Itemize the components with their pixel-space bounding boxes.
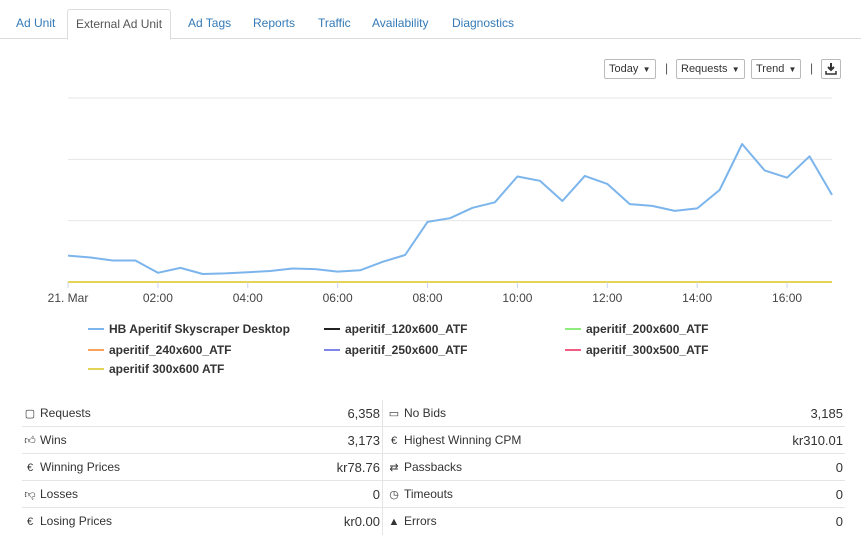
stat-passbacks: ⇄ Passbacks 0 (382, 454, 845, 481)
stat-value: 0 (835, 487, 843, 502)
legend-swatch (565, 327, 581, 330)
x-tick-label: 08:00 (413, 291, 443, 305)
warning-icon: ▲ (388, 516, 400, 528)
stat-value: 0 (835, 460, 843, 475)
requests-trend-chart: 21. Mar 02:00 04:00 06:00 08:00 10:00 12:00 14:… (48, 97, 833, 305)
x-tick-label: 02:00 (143, 291, 173, 305)
legend-swatch (88, 327, 104, 330)
legend-label: aperitif_120x600_ATF (345, 322, 468, 336)
legend-item[interactable]: aperitif 300x600 ATF (88, 362, 224, 376)
legend-item[interactable]: aperitif_120x600_ATF (324, 322, 468, 336)
exchange-icon: ⇄ (389, 462, 399, 474)
legend-label: aperitif 300x600 ATF (109, 362, 225, 376)
table-row: € Losing Prices kr0.00 ▲ Errors 0 (22, 508, 845, 535)
stat-losses: 👎︎ Losses 0 (22, 481, 382, 508)
table-row: 👍︎ Wins 3,173 € Highest Winning CPM kr310.… (22, 427, 845, 454)
stat-value: 0 (372, 487, 380, 502)
series-line (67, 143, 833, 275)
stat-value: kr0.00 (343, 514, 380, 529)
legend-swatch (565, 348, 581, 351)
stat-value: kr78.76 (336, 460, 380, 475)
stat-winning-prices: € Winning Prices kr78.76 (22, 454, 382, 481)
x-tick-label: 16:00 (772, 291, 802, 305)
legend-label: aperitif_240x600_ATF (109, 343, 232, 357)
chart-grid (68, 97, 832, 283)
legend-label: aperitif_250x600_ATF (345, 343, 468, 357)
table-row: € Winning Prices kr78.76 ⇄ Passbacks 0 (22, 454, 845, 481)
stat-wins: 👍︎ Wins 3,173 (22, 427, 382, 454)
stat-value: kr310.01 (792, 433, 843, 448)
stat-value: 6,358 (347, 406, 380, 421)
legend-item[interactable]: aperitif_200x600_ATF (565, 322, 709, 336)
euro-icon: € (26, 516, 34, 528)
stat-losing-prices: € Losing Prices kr0.00 (22, 508, 382, 535)
legend-item[interactable]: aperitif_250x600_ATF (324, 343, 468, 357)
x-tick-label: 12:00 (592, 291, 622, 305)
x-tick-label: 06:00 (323, 291, 353, 305)
stat-highest-winning-cpm: € Highest Winning CPM kr310.01 (382, 427, 845, 454)
stat-value: 3,173 (347, 433, 380, 448)
stat-timeouts: ◷ Timeouts 0 (382, 481, 845, 508)
monitor-icon: ▭ (388, 408, 400, 420)
thumbs-up-icon: 👍︎ (24, 435, 36, 447)
legend-label: aperitif_300x500_ATF (586, 343, 709, 357)
stat-requests: ▢ Requests 6,358 (22, 400, 382, 427)
clock-icon: ◷ (389, 489, 399, 501)
legend-swatch (324, 348, 340, 351)
thumbs-down-icon: 👎︎ (24, 489, 36, 501)
x-tick-label: 04:00 (233, 291, 263, 305)
legend-label: HB Aperitif Skyscraper Desktop (109, 322, 290, 336)
stat-value: 3,185 (810, 406, 843, 421)
square-icon: ▢ (24, 408, 36, 420)
legend-label: aperitif_200x600_ATF (586, 322, 709, 336)
euro-icon: € (390, 435, 398, 447)
legend-item[interactable]: aperitif_240x600_ATF (88, 343, 232, 357)
stat-errors: ▲ Errors 0 (382, 508, 845, 535)
legend-swatch (324, 327, 340, 330)
legend-swatch (88, 348, 104, 351)
chart-series (67, 143, 833, 283)
x-tick-label: 21. Mar (48, 291, 89, 305)
stat-value: 0 (835, 514, 843, 529)
x-axis: 21. Mar 02:00 04:00 06:00 08:00 10:00 12:00 14:… (48, 282, 802, 305)
stat-no-bids: ▭ No Bids 3,185 (382, 400, 845, 427)
legend-swatch (88, 367, 104, 370)
legend-item[interactable]: HB Aperitif Skyscraper Desktop (88, 322, 290, 336)
table-row: ▢ Requests 6,358 ▭ No Bids 3,185 (22, 400, 845, 427)
legend-item[interactable]: aperitif_300x500_ATF (565, 343, 709, 357)
table-row: 👎︎ Losses 0 ◷ Timeouts 0 (22, 481, 845, 508)
x-tick-label: 14:00 (682, 291, 712, 305)
euro-icon: € (26, 462, 34, 474)
x-tick-label: 10:00 (502, 291, 532, 305)
